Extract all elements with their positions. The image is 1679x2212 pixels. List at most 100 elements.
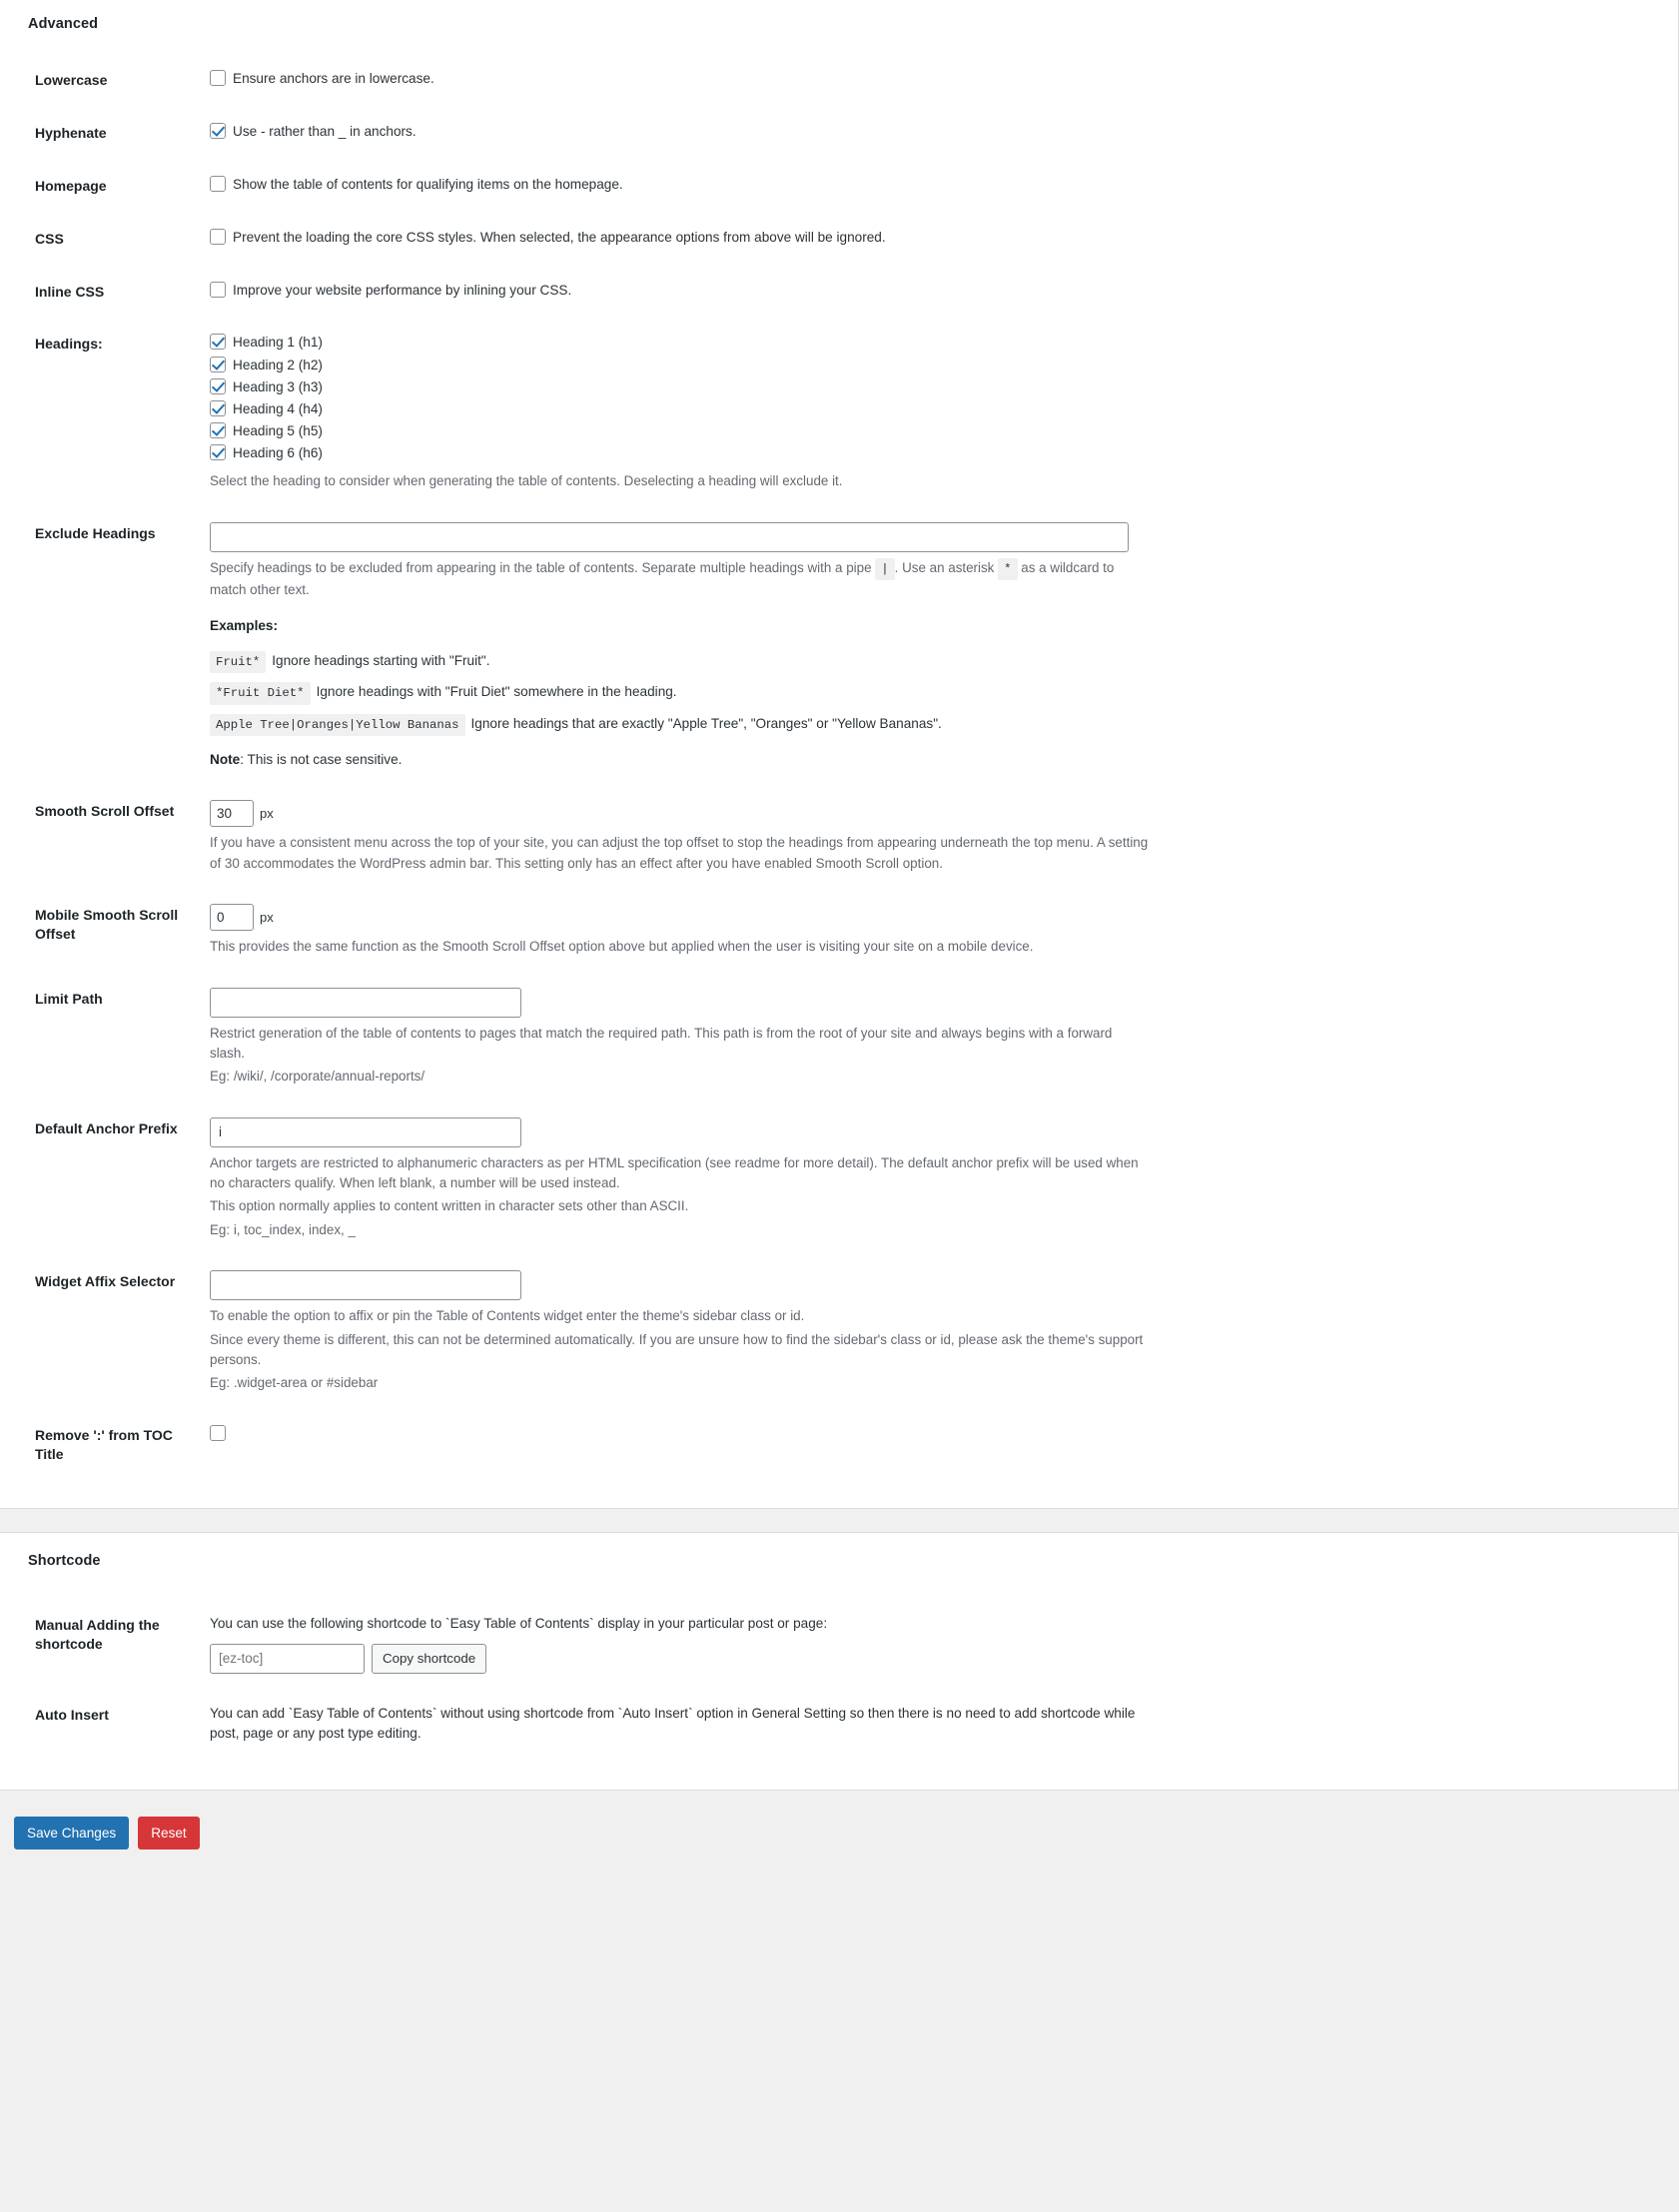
label-mobile-smooth-scroll-offset: Mobile Smooth Scroll Offset: [35, 907, 179, 943]
label-css: CSS: [35, 230, 64, 247]
row-default-anchor-prefix: Default Anchor Prefix Anchor targets are…: [0, 1103, 1159, 1256]
heading-item[interactable]: Heading 3 (h3): [210, 377, 1149, 397]
css-checkbox-label: Prevent the loading the core CSS styles.…: [233, 229, 886, 245]
heading-item[interactable]: Heading 2 (h2): [210, 356, 1149, 375]
field-inline-css: Improve your website performance by inli…: [210, 266, 1159, 319]
label-limit-path: Limit Path: [35, 990, 103, 1007]
heading-6-label: Heading 6 (h6): [233, 445, 323, 461]
label-homepage: Homepage: [35, 177, 107, 194]
label-remove-colon: Remove ':' from TOC Title: [35, 1426, 173, 1462]
exclude-headings-input[interactable]: [210, 521, 1129, 552]
lowercase-checkbox-label: Ensure anchors are in lowercase.: [233, 71, 434, 86]
heading-3-label: Heading 3 (h3): [233, 378, 323, 394]
field-default-anchor-prefix: Anchor targets are restricted to alphanu…: [210, 1103, 1159, 1256]
heading-item[interactable]: Heading 4 (h4): [210, 399, 1149, 419]
advanced-panel: Advanced Lowercase Ensure anchors are in…: [0, 0, 1679, 1510]
row-manual-shortcode: Manual Adding the shortcode You can use …: [0, 1599, 1159, 1688]
row-mobile-smooth-scroll-offset: Mobile Smooth Scroll Offset px This prov…: [0, 889, 1159, 972]
widget-affix-eg: Eg: .widget-area or #sidebar: [210, 1375, 379, 1391]
field-hyphenate: Use - rather than _ in anchors.: [210, 107, 1159, 160]
row-remove-colon: Remove ':' from TOC Title: [0, 1409, 1159, 1481]
hyphenate-checkbox-label: Use - rather than _ in anchors.: [233, 123, 417, 139]
reset-button[interactable]: Reset: [138, 1816, 200, 1849]
label-manual-shortcode: Manual Adding the shortcode: [35, 1617, 160, 1653]
headings-description: Select the heading to consider when gene…: [210, 473, 843, 489]
copy-shortcode-button[interactable]: Copy shortcode: [372, 1643, 487, 1674]
row-inline-css: Inline CSS Improve your website performa…: [0, 266, 1159, 319]
hyphenate-checkbox-line[interactable]: Use - rather than _ in anchors.: [210, 122, 1149, 142]
inline-css-checkbox-label: Improve your website performance by inli…: [233, 282, 572, 298]
label-smooth-scroll-offset: Smooth Scroll Offset: [35, 803, 175, 820]
lowercase-checkbox[interactable]: [210, 70, 226, 86]
label-exclude-headings: Exclude Headings: [35, 524, 156, 541]
examples-note: Note: This is not case sensitive.: [210, 750, 1149, 770]
label-hyphenate: Hyphenate: [35, 124, 107, 141]
hyphenate-checkbox[interactable]: [210, 122, 226, 139]
row-smooth-scroll-offset: Smooth Scroll Offset px If you have a co…: [0, 785, 1159, 889]
smooth-scroll-offset-input[interactable]: [210, 800, 254, 828]
heading-6-checkbox[interactable]: [210, 444, 226, 461]
advanced-form-table: Lowercase Ensure anchors are in lowercas…: [0, 54, 1159, 1480]
row-widget-affix-selector: Widget Affix Selector To enable the opti…: [0, 1255, 1159, 1409]
note-text: : This is not case sensitive.: [240, 752, 403, 768]
css-checkbox-line[interactable]: Prevent the loading the core CSS styles.…: [210, 228, 1149, 248]
heading-1-label: Heading 1 (h1): [233, 335, 323, 351]
field-remove-colon: [210, 1409, 1159, 1481]
shortcode-form-table: Manual Adding the shortcode You can use …: [0, 1599, 1159, 1759]
examples-block: Examples: Fruit* Ignore headings starting…: [210, 600, 1149, 770]
shortcode-section-title: Shortcode: [28, 1553, 101, 1570]
footer-actions: Save Changes Reset: [0, 1791, 1679, 1849]
advanced-section-title: Advanced: [28, 16, 99, 32]
inline-css-checkbox-line[interactable]: Improve your website performance by inli…: [210, 281, 1149, 301]
manual-shortcode-description: You can use the following shortcode to `…: [210, 1616, 828, 1632]
label-lowercase: Lowercase: [35, 72, 108, 88]
field-mobile-smooth-scroll-offset: px This provides the same function as th…: [210, 889, 1159, 972]
limit-path-input[interactable]: [210, 987, 521, 1018]
widget-affix-selector-input[interactable]: [210, 1270, 521, 1301]
example-text-1: Ignore headings starting with "Fruit".: [272, 652, 490, 668]
heading-item[interactable]: Heading 1 (h1): [210, 333, 1149, 353]
lowercase-checkbox-line[interactable]: Ensure anchors are in lowercase.: [210, 69, 1149, 89]
row-css: CSS Prevent the loading the core CSS sty…: [0, 213, 1159, 266]
heading-item[interactable]: Heading 5 (h5): [210, 421, 1149, 441]
save-changes-button[interactable]: Save Changes: [14, 1816, 130, 1849]
heading-item[interactable]: Heading 6 (h6): [210, 443, 1149, 463]
default-anchor-prefix-eg: Eg: i, toc_index, index, _: [210, 1221, 356, 1237]
heading-4-label: Heading 4 (h4): [233, 401, 323, 417]
css-checkbox[interactable]: [210, 228, 226, 245]
exclude-desc-part1: Specify headings to be excluded from app…: [210, 559, 872, 575]
exclude-desc-part2: . Use an asterisk: [894, 559, 995, 575]
shortcode-panel: Shortcode Manual Adding the shortcode Yo…: [0, 1532, 1679, 1791]
widget-affix-description-2: Since every theme is different, this can…: [210, 1331, 1144, 1367]
settings-page: Advanced Lowercase Ensure anchors are in…: [0, 0, 1679, 2212]
field-headings: Heading 1 (h1) Heading 2 (h2) Heading 3 …: [210, 318, 1159, 506]
shortcode-input[interactable]: [210, 1643, 365, 1674]
field-limit-path: Restrict generation of the table of cont…: [210, 973, 1159, 1103]
label-auto-insert: Auto Insert: [35, 1706, 109, 1723]
heading-5-label: Heading 5 (h5): [233, 423, 323, 439]
heading-4-checkbox[interactable]: [210, 400, 226, 417]
label-inline-css: Inline CSS: [35, 283, 105, 300]
row-lowercase: Lowercase Ensure anchors are in lowercas…: [0, 54, 1159, 107]
heading-5-checkbox[interactable]: [210, 422, 226, 439]
heading-2-checkbox[interactable]: [210, 356, 226, 372]
field-exclude-headings: Specify headings to be excluded from app…: [210, 507, 1159, 786]
homepage-checkbox-line[interactable]: Show the table of contents for qualifyin…: [210, 175, 1149, 195]
heading-3-checkbox[interactable]: [210, 377, 226, 394]
homepage-checkbox[interactable]: [210, 175, 226, 192]
mobile-smooth-scroll-offset-input[interactable]: [210, 904, 254, 932]
heading-1-checkbox[interactable]: [210, 334, 226, 351]
example-text-2: Ignore headings with "Fruit Diet" somewh…: [316, 684, 677, 700]
limit-path-eg: Eg: /wiki/, /corporate/annual-reports/: [210, 1069, 425, 1085]
field-homepage: Show the table of contents for qualifyin…: [210, 160, 1159, 213]
remove-colon-checkbox[interactable]: [210, 1424, 226, 1441]
default-anchor-prefix-input[interactable]: [210, 1116, 521, 1147]
field-lowercase: Ensure anchors are in lowercase.: [210, 54, 1159, 107]
inline-css-checkbox[interactable]: [210, 281, 226, 298]
field-manual-shortcode: You can use the following shortcode to `…: [210, 1599, 1159, 1688]
smooth-scroll-description: If you have a consistent menu across the…: [210, 835, 1149, 871]
pipe-code-badge: |: [875, 557, 895, 580]
asterisk-code-badge: *: [998, 557, 1018, 580]
homepage-checkbox-label: Show the table of contents for qualifyin…: [233, 176, 623, 192]
row-hyphenate: Hyphenate Use - rather than _ in anchors…: [0, 107, 1159, 160]
